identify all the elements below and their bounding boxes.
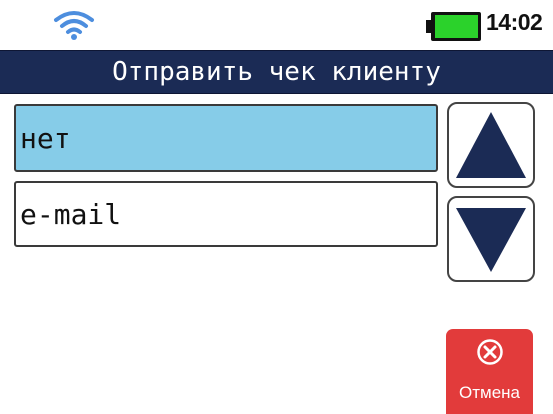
scroll-up-button[interactable] xyxy=(447,102,535,188)
option-item-net[interactable]: нет xyxy=(14,104,438,172)
wifi-icon xyxy=(54,11,94,40)
battery-icon xyxy=(426,12,481,41)
cancel-button[interactable]: Отмена xyxy=(446,329,533,414)
arrow-down-icon xyxy=(456,208,526,272)
clock-time: 14:02 xyxy=(486,9,543,35)
scroll-down-button[interactable] xyxy=(447,196,535,282)
close-circle-icon xyxy=(477,339,503,365)
header-bar: Отправить чек клиенту xyxy=(0,50,553,94)
arrow-up-icon xyxy=(456,112,526,178)
page-title: Отправить чек клиенту xyxy=(112,57,441,87)
status-bar: 14:02 xyxy=(0,0,553,50)
cancel-label: Отмена xyxy=(459,383,520,402)
option-item-email[interactable]: e-mail xyxy=(14,181,438,247)
